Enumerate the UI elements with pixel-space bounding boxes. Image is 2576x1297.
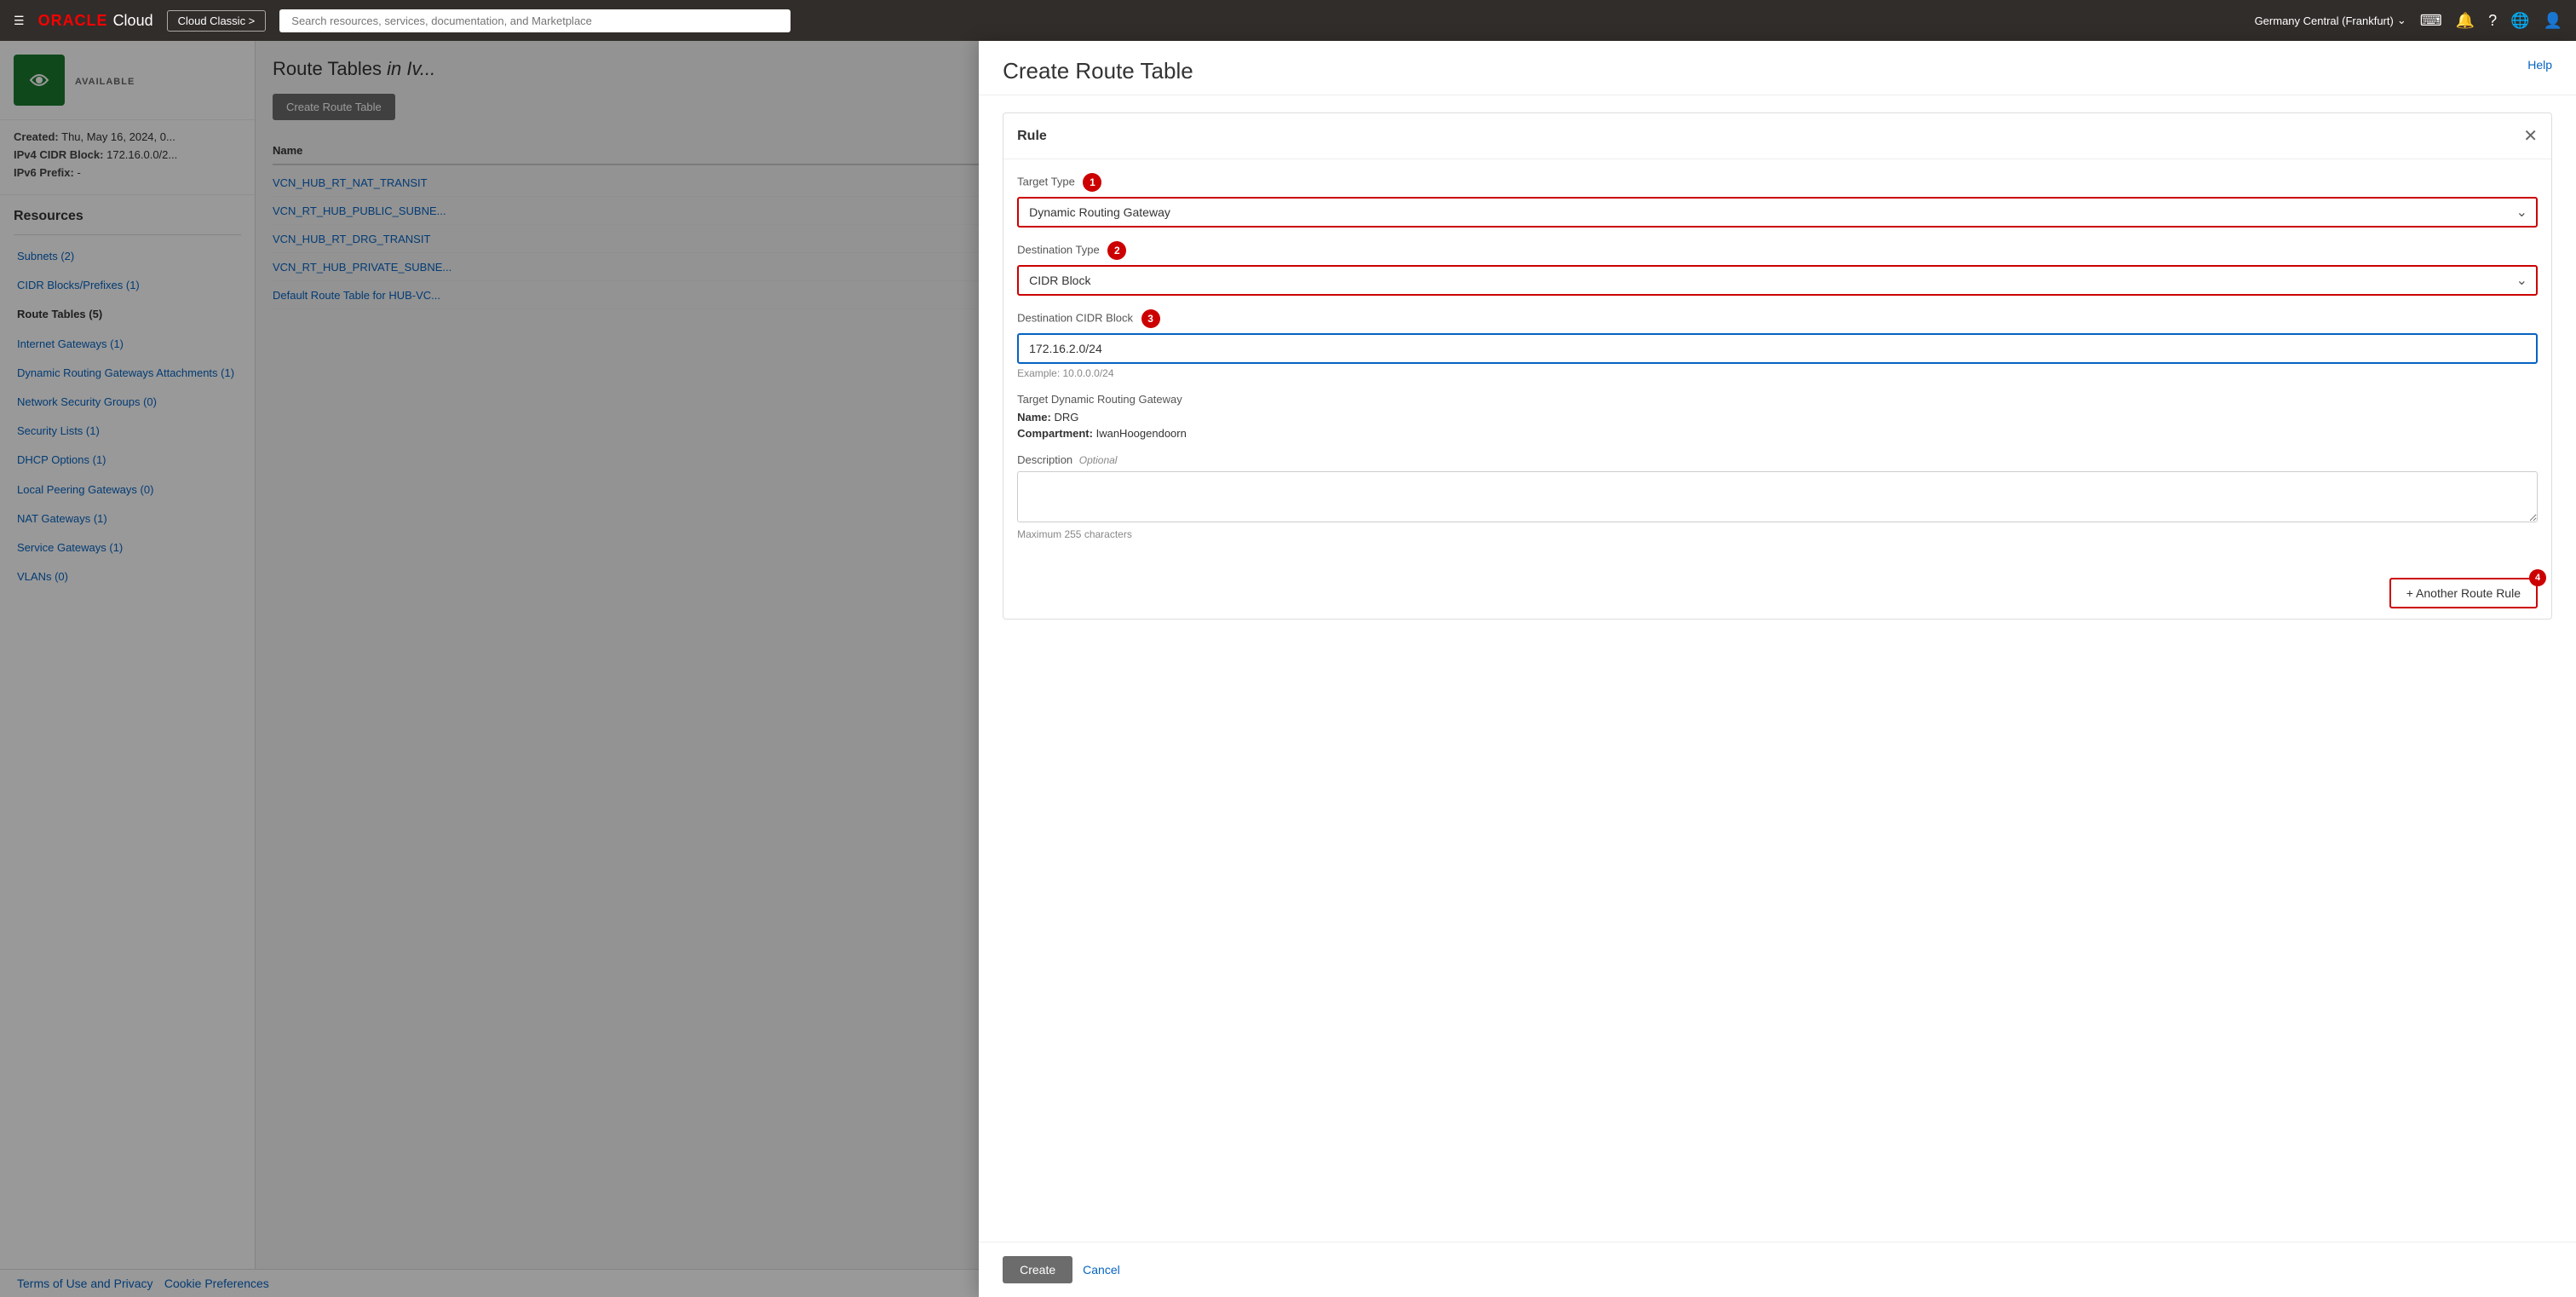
modal-overlay: Create Route Table Help Rule ✕ Target Ty… bbox=[0, 41, 2576, 1297]
target-type-badge: 1 bbox=[1083, 173, 1101, 192]
modal-title: Create Route Table bbox=[1003, 58, 1193, 84]
destination-type-badge: 2 bbox=[1107, 241, 1126, 260]
globe-icon[interactable]: 🌐 bbox=[2510, 12, 2529, 30]
destination-type-group: Destination Type 2 CIDR Block bbox=[1017, 241, 2538, 296]
rule-card-body: Target Type 1 Dynamic Routing Gateway De bbox=[1003, 159, 2551, 568]
another-rule-badge: 4 bbox=[2529, 569, 2546, 586]
dev-tools-icon[interactable]: ⌨ bbox=[2420, 12, 2442, 30]
region-selector[interactable]: Germany Central (Frankfurt) ⌄ bbox=[2255, 14, 2406, 27]
cancel-button[interactable]: Cancel bbox=[1083, 1263, 1120, 1277]
target-type-select-wrapper: Dynamic Routing Gateway bbox=[1017, 197, 2538, 228]
top-nav: ☰ ORACLE Cloud Cloud Classic > Germany C… bbox=[0, 0, 2576, 41]
another-route-rule-button[interactable]: + Another Route Rule bbox=[2389, 578, 2538, 608]
destination-cidr-badge: 3 bbox=[1141, 309, 1160, 328]
description-group: Description Optional Maximum 255 charact… bbox=[1017, 453, 2538, 540]
target-drg-label: Target Dynamic Routing Gateway bbox=[1017, 393, 2538, 406]
destination-cidr-label: Destination CIDR Block 3 bbox=[1017, 309, 2538, 328]
target-type-select[interactable]: Dynamic Routing Gateway bbox=[1017, 197, 2538, 228]
nav-right: Germany Central (Frankfurt) ⌄ ⌨ 🔔 ? 🌐 👤 bbox=[2255, 12, 2562, 30]
description-label: Description Optional bbox=[1017, 453, 2538, 466]
cloud-classic-button[interactable]: Cloud Classic > bbox=[167, 10, 267, 32]
rule-footer: + Another Route Rule 4 bbox=[1003, 568, 2551, 619]
cidr-hint: Example: 10.0.0.0/24 bbox=[1017, 367, 2538, 379]
target-drg-compartment: Compartment: IwanHoogendoorn bbox=[1017, 427, 2538, 440]
description-textarea[interactable] bbox=[1017, 471, 2538, 522]
help-link[interactable]: Help bbox=[2527, 58, 2552, 72]
target-type-group: Target Type 1 Dynamic Routing Gateway bbox=[1017, 173, 2538, 228]
help-icon[interactable]: ? bbox=[2488, 12, 2497, 30]
hamburger-icon[interactable]: ☰ bbox=[14, 14, 25, 28]
oracle-logo: ORACLE Cloud bbox=[38, 12, 153, 30]
description-maxlength: Maximum 255 characters bbox=[1017, 528, 2538, 540]
destination-cidr-group: Destination CIDR Block 3 Example: 10.0.0… bbox=[1017, 309, 2538, 379]
user-icon[interactable]: 👤 bbox=[2544, 12, 2562, 30]
rule-card-header: Rule ✕ bbox=[1003, 113, 2551, 159]
modal-spacer bbox=[0, 41, 979, 1297]
description-optional: Optional bbox=[1079, 454, 1118, 466]
search-input[interactable] bbox=[279, 9, 791, 32]
bell-icon[interactable]: 🔔 bbox=[2456, 12, 2475, 30]
modal-actions: Create Cancel bbox=[979, 1242, 2576, 1297]
rule-card-title: Rule bbox=[1017, 129, 1047, 144]
another-rule-wrap: + Another Route Rule 4 bbox=[2389, 578, 2538, 608]
modal-header: Create Route Table Help bbox=[979, 41, 2576, 95]
destination-type-select[interactable]: CIDR Block bbox=[1017, 265, 2538, 296]
destination-type-select-wrapper: CIDR Block bbox=[1017, 265, 2538, 296]
modal-panel: Create Route Table Help Rule ✕ Target Ty… bbox=[979, 41, 2576, 1297]
rule-card: Rule ✕ Target Type 1 Dynamic Routing Gat… bbox=[1003, 112, 2552, 620]
destination-type-label: Destination Type 2 bbox=[1017, 241, 2538, 260]
target-drg-name: Name: DRG bbox=[1017, 411, 2538, 424]
create-button[interactable]: Create bbox=[1003, 1256, 1072, 1283]
cloud-text: Cloud bbox=[113, 12, 153, 30]
target-drg-group: Target Dynamic Routing Gateway Name: DRG… bbox=[1017, 393, 2538, 440]
oracle-text: ORACLE bbox=[38, 12, 108, 30]
modal-body: Rule ✕ Target Type 1 Dynamic Routing Gat… bbox=[979, 95, 2576, 1242]
destination-cidr-input[interactable] bbox=[1017, 333, 2538, 364]
target-type-label: Target Type 1 bbox=[1017, 173, 2538, 192]
rule-close-button[interactable]: ✕ bbox=[2523, 125, 2538, 147]
